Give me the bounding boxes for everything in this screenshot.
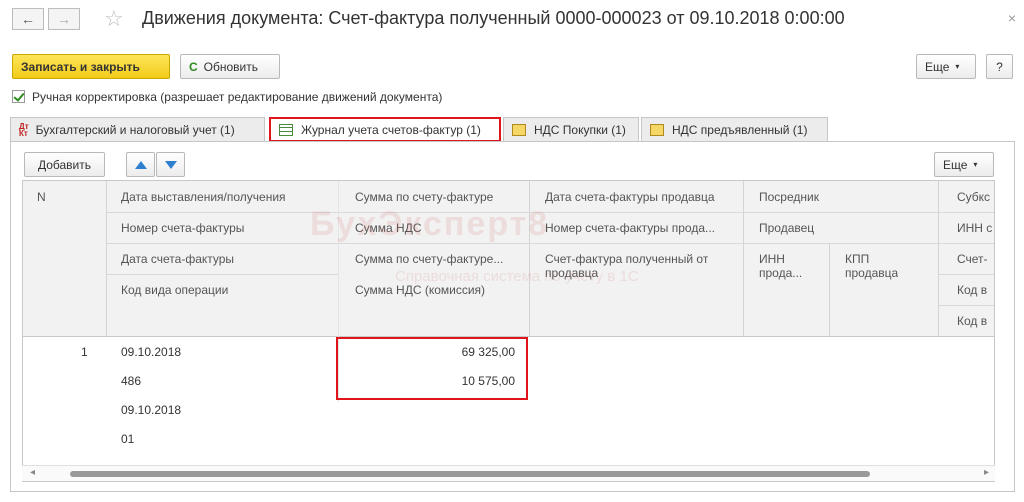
move-down-button[interactable] bbox=[156, 152, 185, 177]
col-invoice-date-header[interactable]: Дата счета-фактуры bbox=[121, 252, 234, 266]
col-invoice-sum2-header[interactable]: Сумма по счету-фактуре... bbox=[355, 252, 523, 266]
col-invoice-number-header[interactable]: Номер счета-фактуры bbox=[121, 221, 244, 235]
col-operation-code-header[interactable]: Код вида операции bbox=[121, 283, 228, 297]
col-invoice-sum-header[interactable]: Сумма по счету-фактуре bbox=[355, 190, 493, 204]
col-seller-invoice-number-header[interactable]: Номер счета-фактуры прода... bbox=[545, 221, 737, 235]
col-intermediary-header[interactable]: Посредник bbox=[759, 190, 819, 204]
horizontal-scrollbar[interactable]: ◂ ▸ bbox=[22, 465, 995, 481]
back-button[interactable]: ← bbox=[12, 8, 44, 30]
save-and-close-button[interactable]: Записать и закрыть bbox=[12, 54, 170, 79]
arrow-left-icon: ← bbox=[21, 11, 35, 27]
col-n-header[interactable]: N bbox=[37, 190, 46, 204]
col-issue-date-header[interactable]: Дата выставления/получения bbox=[121, 190, 286, 204]
forward-button[interactable]: → bbox=[48, 8, 80, 30]
window-title: Движения документа: Счет-фактура получен… bbox=[142, 8, 845, 28]
col-seller-header[interactable]: Продавец bbox=[759, 221, 814, 235]
col-received-invoice-header[interactable]: Счет-фактура полученный от bbox=[545, 252, 708, 266]
arrow-right-icon: → bbox=[57, 11, 71, 27]
highlight-box bbox=[336, 337, 528, 400]
caret-down-icon: ▾ bbox=[955, 62, 960, 71]
col-seller-inn-header[interactable]: ИНН bbox=[759, 252, 785, 266]
move-up-button[interactable] bbox=[126, 152, 155, 177]
close-icon[interactable]: × bbox=[1008, 10, 1016, 26]
favorite-star-icon[interactable]: ☆ bbox=[104, 6, 124, 32]
dt-kt-icon: Дт Кт bbox=[19, 121, 29, 138]
more-menu-button[interactable]: Еще ▾ bbox=[916, 54, 976, 79]
col-code-header[interactable]: Код в bbox=[957, 283, 987, 297]
table-more-button[interactable]: Еще ▾ bbox=[934, 152, 994, 177]
watermark-tagline: Справочная система по учёту в 1С bbox=[395, 268, 639, 285]
caret-down-icon: ▾ bbox=[973, 160, 978, 169]
watermark-brand: БухЭксперт8 bbox=[310, 205, 550, 243]
add-button[interactable]: Добавить bbox=[24, 152, 105, 177]
col-account-header[interactable]: Счет- bbox=[957, 252, 988, 266]
col-seller-kpp-header-2: продавца bbox=[845, 266, 899, 280]
refresh-button[interactable]: C Обновить bbox=[180, 54, 280, 79]
row-invoice-date[interactable]: 09.10.2018 bbox=[121, 403, 181, 417]
tab-invoice-journal[interactable]: Журнал учета счетов-фактур (1) bbox=[269, 117, 501, 142]
register-icon bbox=[512, 123, 526, 136]
col-seller-invoice-date-header[interactable]: Дата счета-фактуры продавца bbox=[545, 190, 715, 204]
col-seller-kpp-header[interactable]: КПП bbox=[845, 252, 869, 266]
refresh-icon: C bbox=[189, 59, 198, 74]
row-number[interactable]: 1 bbox=[81, 345, 88, 359]
table-grid-icon bbox=[279, 123, 293, 136]
help-button[interactable]: ? bbox=[986, 54, 1013, 79]
col-subaccount-header[interactable]: Субкс bbox=[957, 190, 990, 204]
arrow-up-icon bbox=[134, 160, 147, 169]
tab-vat-presented[interactable]: НДС предъявленный (1) bbox=[641, 117, 828, 141]
scroll-right-icon[interactable]: ▸ bbox=[984, 467, 989, 478]
tab-vat-purchases[interactable]: НДС Покупки (1) bbox=[503, 117, 639, 141]
tab-accounting[interactable]: Дт Кт Бухгалтерский и налоговый учет (1) bbox=[10, 117, 265, 141]
row-issue-date[interactable]: 09.10.2018 bbox=[121, 345, 181, 359]
manual-correction-checkbox[interactable] bbox=[12, 90, 25, 103]
col-code2-header[interactable]: Код в bbox=[957, 314, 987, 328]
manual-correction-label: Ручная корректировка (разрешает редактир… bbox=[32, 90, 443, 104]
scroll-left-icon[interactable]: ◂ bbox=[30, 467, 35, 478]
arrow-down-icon bbox=[164, 160, 177, 169]
col-seller-inn-header-2: прода... bbox=[759, 266, 803, 280]
row-operation-code[interactable]: 01 bbox=[121, 432, 134, 446]
col-inn-header[interactable]: ИНН с bbox=[957, 221, 992, 235]
register-icon bbox=[650, 123, 664, 136]
scroll-thumb[interactable] bbox=[70, 471, 870, 477]
col-vat-commission-header[interactable]: Сумма НДС (комиссия) bbox=[355, 283, 485, 297]
row-invoice-number[interactable]: 486 bbox=[121, 374, 141, 388]
